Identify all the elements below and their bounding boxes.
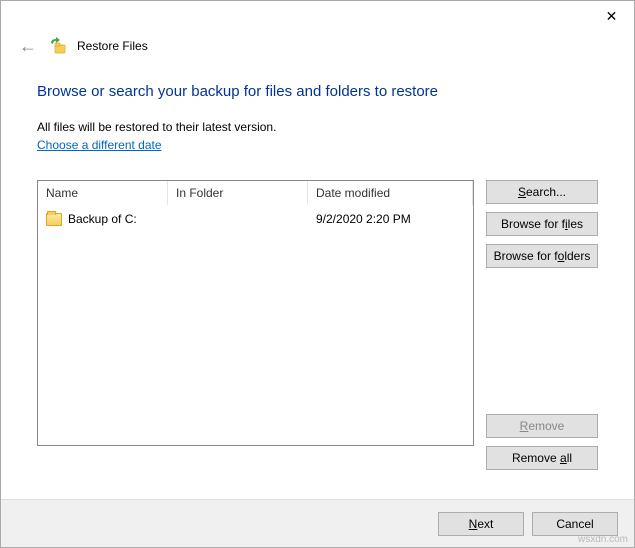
cell-name: Backup of C: <box>38 212 168 226</box>
col-header-date[interactable]: Date modified <box>308 181 473 205</box>
main-row: Name In Folder Date modified Backup of C… <box>37 180 598 470</box>
spacer <box>486 276 598 406</box>
window-title: Restore Files <box>77 39 148 53</box>
list-body: Backup of C: 9/2/2020 2:20 PM <box>38 205 473 229</box>
side-button-column: Search... Browse for files Browse for fo… <box>486 180 598 470</box>
item-name: Backup of C: <box>68 212 137 226</box>
search-button[interactable]: Search... <box>486 180 598 204</box>
list-header: Name In Folder Date modified <box>38 181 473 205</box>
cancel-button[interactable]: Cancel <box>532 512 618 536</box>
content-area: Browse or search your backup for files a… <box>1 55 634 470</box>
back-arrow-icon[interactable]: ← <box>17 37 39 55</box>
wizard-window: ✕ ← Restore Files Browse or search your … <box>0 0 635 548</box>
remove-all-button[interactable]: Remove all <box>486 446 598 470</box>
page-subtext: All files will be restored to their late… <box>37 120 598 134</box>
page-heading: Browse or search your backup for files a… <box>37 83 598 100</box>
folder-icon <box>46 213 62 226</box>
browse-files-button[interactable]: Browse for files <box>486 212 598 236</box>
remove-button: Remove <box>486 414 598 438</box>
next-button[interactable]: Next <box>438 512 524 536</box>
file-list[interactable]: Name In Folder Date modified Backup of C… <box>37 180 474 446</box>
close-button[interactable]: ✕ <box>589 1 634 31</box>
titlebar: ✕ <box>1 1 634 31</box>
choose-date-link[interactable]: Choose a different date <box>37 138 162 152</box>
cell-date: 9/2/2020 2:20 PM <box>308 212 473 226</box>
col-header-name[interactable]: Name <box>38 181 168 205</box>
list-item[interactable]: Backup of C: 9/2/2020 2:20 PM <box>38 209 473 229</box>
browse-folders-button[interactable]: Browse for folders <box>486 244 598 268</box>
header-row: ← Restore Files <box>1 31 634 55</box>
restore-icon <box>49 37 67 55</box>
col-header-folder[interactable]: In Folder <box>168 181 308 205</box>
footer-bar: Next Cancel <box>1 499 634 547</box>
